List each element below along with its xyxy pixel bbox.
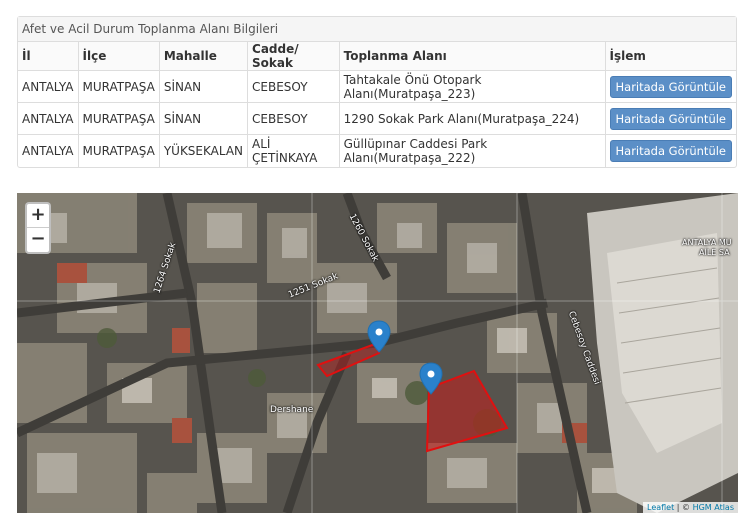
leaflet-link[interactable]: Leaflet: [647, 503, 674, 512]
cell-mahalle: YÜKSEKALAN: [158, 134, 249, 167]
place-label: ANTALYA MU: [682, 238, 732, 247]
table-row: ANTALYA MURATPAŞA SİNAN CEBESOY Tahtakal…: [18, 70, 736, 103]
cell-cadde: ALİ ÇETİNKAYA: [247, 134, 340, 167]
satellite-map[interactable]: 1264 Sokak 1260 Sokak 1251 Sokak Cebesoy…: [17, 193, 738, 513]
cell-ilce: MURATPAŞA: [77, 102, 160, 135]
map-attribution: Leaflet | © HGM Atlas: [643, 502, 738, 513]
hgm-atlas-link[interactable]: HGM Atlas: [693, 503, 734, 512]
header-il: İl: [18, 42, 79, 71]
cell-il: ANTALYA: [18, 102, 79, 135]
cell-cadde: CEBESOY: [247, 102, 340, 135]
header-mahalle: Mahalle: [158, 42, 249, 71]
place-label: Dershane: [270, 405, 314, 415]
cell-islem: Haritada Görüntüle: [604, 102, 736, 135]
zoom-out-button[interactable]: −: [27, 228, 49, 252]
cell-cadde: CEBESOY: [247, 70, 340, 103]
show-on-map-button[interactable]: Haritada Görüntüle: [609, 75, 732, 98]
header-toplanma-alani: Toplanma Alanı: [338, 42, 606, 71]
cell-toplanma-alani: 1290 Sokak Park Alanı(Muratpaşa_224): [338, 102, 606, 135]
header-islem: İşlem: [604, 42, 736, 71]
zoom-in-button[interactable]: +: [27, 204, 49, 228]
cell-islem: Haritada Görüntüle: [604, 70, 736, 103]
table-header-row: İl İlçe Mahalle Cadde/ Sokak Toplanma Al…: [18, 42, 736, 71]
satellite-imagery: [17, 193, 738, 513]
cell-islem: Haritada Görüntüle: [604, 134, 736, 167]
header-ilce: İlçe: [77, 42, 160, 71]
cell-mahalle: SİNAN: [158, 102, 249, 135]
cell-ilce: MURATPAŞA: [77, 70, 160, 103]
cell-toplanma-alani: Güllüpınar Caddesi Park Alanı(Muratpaşa_…: [338, 134, 606, 167]
zoom-control: + −: [25, 202, 51, 254]
cell-mahalle: SİNAN: [158, 70, 249, 103]
cell-il: ANTALYA: [18, 134, 79, 167]
panel-title: Afet ve Acil Durum Toplanma Alanı Bilgil…: [18, 17, 736, 42]
show-on-map-button[interactable]: Haritada Görüntüle: [609, 107, 732, 130]
assembly-area-panel: Afet ve Acil Durum Toplanma Alanı Bilgil…: [17, 16, 737, 168]
table-row: ANTALYA MURATPAŞA SİNAN CEBESOY 1290 Sok…: [18, 102, 736, 135]
show-on-map-button[interactable]: Haritada Görüntüle: [609, 139, 732, 162]
cell-il: ANTALYA: [18, 70, 79, 103]
cell-toplanma-alani: Tahtakale Önü Otopark Alanı(Muratpaşa_22…: [338, 70, 606, 103]
place-label: AİLE SA: [699, 248, 730, 257]
attribution-separator: | ©: [674, 503, 693, 512]
table-row: ANTALYA MURATPAŞA YÜKSEKALAN ALİ ÇETİNKA…: [18, 134, 736, 167]
cell-ilce: MURATPAŞA: [77, 134, 160, 167]
header-cadde: Cadde/ Sokak: [247, 42, 340, 71]
assembly-area-table: İl İlçe Mahalle Cadde/ Sokak Toplanma Al…: [18, 42, 736, 167]
